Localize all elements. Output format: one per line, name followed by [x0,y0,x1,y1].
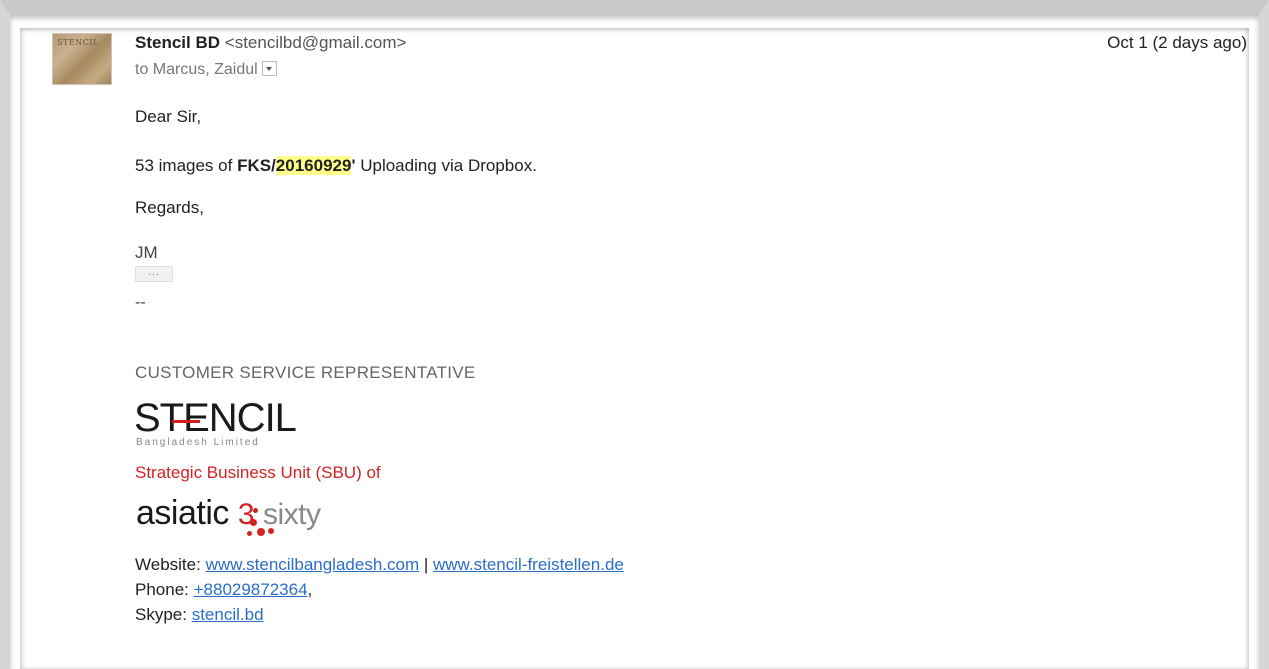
phone-label: Phone: [135,580,194,599]
skype-line: Skype: stencil.bd [135,605,264,625]
asiatic-word: asiatic [136,494,229,532]
sender-email: <stencilbd@gmail.com> [224,33,407,52]
asiatic-logo: asiatic 3 sixty [136,493,321,535]
stencil-logo: STENCIL [134,396,297,440]
website-link-stencilbangladesh[interactable]: www.stencilbangladesh.com [206,555,420,574]
signature-title: CUSTOMER SERVICE REPRESENTATIVE [135,363,476,382]
avatar-text: STENCIL [57,38,99,47]
sender-line: Stencil BD <stencilbd@gmail.com> [135,33,406,53]
phone-link[interactable]: +88029872364 [194,580,308,599]
website-label: Website: [135,555,206,574]
website-line: Website: www.stencilbangladesh.com | www… [135,555,624,575]
sbu-line: Strategic Business Unit (SBU) of [135,463,381,482]
details-dropdown-icon[interactable] [261,61,277,76]
recipients-text: to Marcus, Zaidul [135,61,258,78]
skype-link[interactable]: stencil.bd [192,605,264,624]
message-line: 53 images of FKS/20160929' Uploading via… [135,156,537,176]
email-date[interactable]: Oct 1 (2 days ago) [1107,33,1247,53]
stencil-logo-subtitle: Bangladesh Limited [136,437,260,448]
website-link-stencil-freistellen[interactable]: www.stencil-freistellen.de [433,555,624,574]
recipients-line: to Marcus, Zaidul [135,61,277,79]
message-prefix: 53 images of [135,156,238,175]
initials: JM [135,243,158,262]
signature-separator: -- [135,294,146,311]
avatar[interactable]: STENCIL [52,33,112,85]
stencil-logo-text: STENCIL [134,396,297,440]
skype-label: Skype: [135,605,192,624]
show-trimmed-content-button[interactable]: ... [135,266,173,282]
asiatic-dot [268,528,274,534]
sender-name[interactable]: Stencil BD [135,33,220,52]
message-highlight: 20160929 [275,156,352,175]
asiatic-sixty: sixty [262,498,321,531]
greeting: Dear Sir, [135,107,202,126]
asiatic-number: 3 [237,498,255,531]
asiatic-dot [247,531,252,536]
message-suffix: Uploading via Dropbox. [355,156,537,175]
asiatic-dot [253,508,258,513]
stencil-logo-accent [172,420,200,423]
regards: Regards, [135,198,204,217]
asiatic-dot [250,519,257,526]
phone-suffix: , [307,580,313,599]
phone-line: Phone: +88029872364, [135,580,312,600]
message-bold: FKS/ [237,156,276,175]
asiatic-dot [257,528,265,536]
website-separator: | [419,555,433,574]
